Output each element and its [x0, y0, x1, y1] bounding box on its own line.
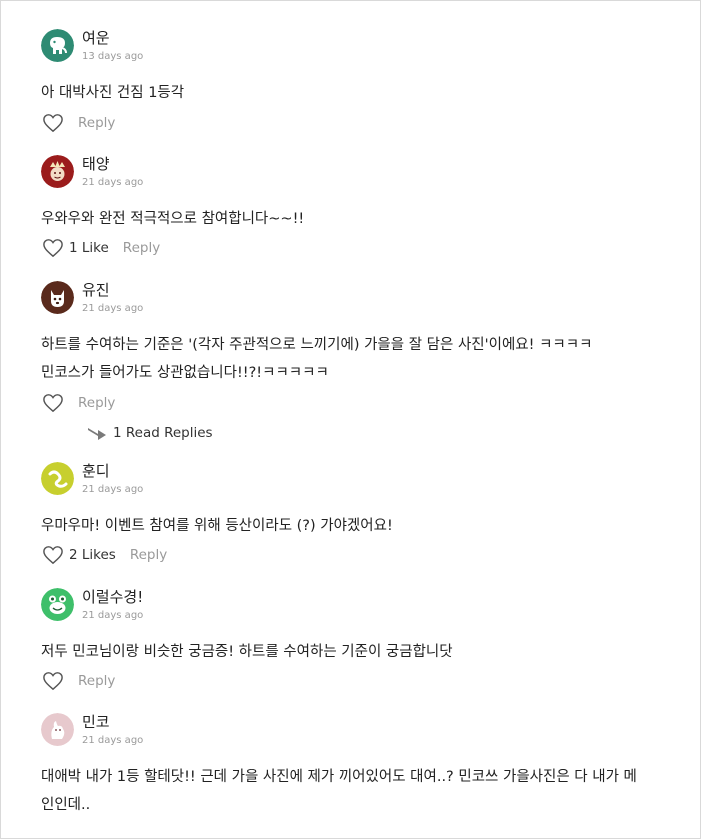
pink-character-avatar-icon: [41, 713, 74, 746]
squiggle-avatar-icon: [41, 462, 74, 495]
heart-icon[interactable]: [42, 393, 64, 413]
comment-text: 저두 민코님이랑 비슷한 궁금증! 하트를 수여하는 기준이 궁금합니닷: [41, 638, 681, 666]
reply-button[interactable]: Reply: [78, 395, 115, 411]
avatar[interactable]: [41, 29, 74, 62]
dog-avatar-icon: [41, 281, 74, 314]
heart-icon[interactable]: [42, 545, 64, 565]
comment-text-line: 대애박 내가 1등 할테닷!! 근데 가을 사진에 제가 끼어있어도 대여..?…: [41, 769, 637, 785]
avatar[interactable]: [41, 588, 74, 621]
like-count[interactable]: 1 Like: [69, 240, 109, 256]
comment-author[interactable]: 여운: [82, 27, 110, 48]
reply-button[interactable]: Reply: [78, 673, 115, 689]
comment-author[interactable]: 태양: [82, 153, 110, 174]
comment-list: 여운 13 days ago 아 대박사진 건짐 1등각 Reply 태양 21…: [0, 0, 701, 839]
comment-text: 아 대박사진 건짐 1등각: [41, 79, 681, 107]
comment-text-line: 민코스가 들어가도 상관없습니다!!?!ㅋㅋㅋㅋㅋ: [41, 365, 329, 381]
reply-button[interactable]: Reply: [130, 547, 167, 563]
elephant-avatar-icon: [41, 29, 74, 62]
comment-date: 21 days ago: [82, 177, 144, 188]
comment-date: 21 days ago: [82, 735, 144, 746]
reply-arrow-icon: [87, 425, 107, 441]
comment-text: 우와우와 완전 적극적으로 참여합니다~~!!: [41, 205, 681, 233]
comment-author[interactable]: 이럴수경!: [82, 586, 143, 607]
comment-actions: 1 Like Reply: [42, 237, 160, 259]
avatar[interactable]: [41, 281, 74, 314]
comment-actions: Reply: [42, 392, 115, 414]
avatar[interactable]: [41, 462, 74, 495]
comment-date: 13 days ago: [82, 51, 144, 62]
heart-icon[interactable]: [42, 238, 64, 258]
comment-author[interactable]: 유진: [82, 279, 110, 300]
avatar[interactable]: [41, 155, 74, 188]
comment-author[interactable]: 민코: [82, 711, 110, 732]
frog-avatar-icon: [41, 588, 74, 621]
comment-text: 하트를 수여하는 기준은 '(각자 주관적으로 느끼기에) 가을을 잘 담은 사…: [41, 331, 681, 387]
comment-actions: Reply: [42, 670, 115, 692]
comment-text: 우마우마! 이벤트 참여를 위해 등산이라도 (?) 가야겠어요!: [41, 512, 681, 540]
heart-icon[interactable]: [42, 671, 64, 691]
avatar[interactable]: [41, 713, 74, 746]
king-avatar-icon: [41, 155, 74, 188]
comment-text-line: 우마우마! 이벤트 참여를 위해 등산이라도 (?) 가야겠어요!: [41, 518, 393, 534]
read-replies-link[interactable]: 1 Read Replies: [87, 425, 213, 441]
read-replies-label[interactable]: 1 Read Replies: [113, 425, 213, 441]
comment-actions: Reply: [42, 112, 115, 134]
comment-text-line: 하트를 수여하는 기준은 '(각자 주관적으로 느끼기에) 가을을 잘 담은 사…: [41, 337, 593, 353]
comment-date: 21 days ago: [82, 484, 144, 495]
like-count[interactable]: 2 Likes: [69, 547, 116, 563]
comment-date: 21 days ago: [82, 303, 144, 314]
comment-text-line: 우와우와 완전 적극적으로 참여합니다~~!!: [41, 211, 305, 227]
comment-text-line: 저두 민코님이랑 비슷한 궁금증! 하트를 수여하는 기준이 궁금합니닷: [41, 644, 453, 660]
reply-button[interactable]: Reply: [123, 240, 160, 256]
reply-button[interactable]: Reply: [78, 115, 115, 131]
comment-text-line: 인인데..: [41, 797, 91, 813]
comment-text: 대애박 내가 1등 할테닷!! 근데 가을 사진에 제가 끼어있어도 대여..?…: [41, 763, 681, 819]
heart-icon[interactable]: [42, 113, 64, 133]
comment-date: 21 days ago: [82, 610, 144, 621]
comment-actions: 2 Likes Reply: [42, 544, 167, 566]
comment-text-line: 아 대박사진 건짐 1등각: [41, 85, 185, 101]
comment-author[interactable]: 훈디: [82, 460, 110, 481]
